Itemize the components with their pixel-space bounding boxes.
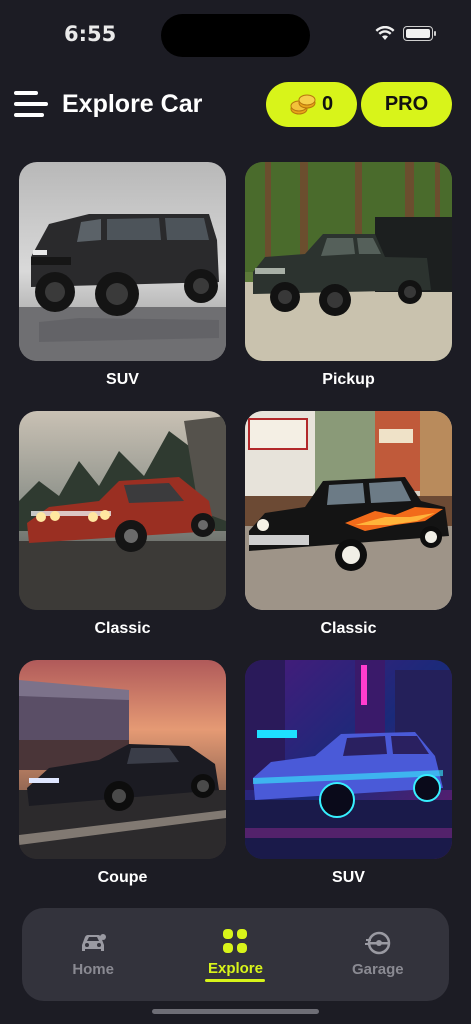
nav-item-explore[interactable]: Explore <box>175 928 295 982</box>
page-title: Explore Car <box>62 90 203 118</box>
status-icons <box>375 26 436 41</box>
car-image <box>245 660 452 859</box>
car-card-label: Classic <box>94 620 151 637</box>
header: Explore Car 0 PRO <box>0 80 471 132</box>
car-image <box>19 411 226 610</box>
menu-icon[interactable] <box>14 90 48 120</box>
nav-item-home[interactable]: Home <box>33 931 153 978</box>
nav-label-explore: Explore <box>207 959 263 977</box>
car-card-label: Classic <box>320 620 377 637</box>
car-card-coupe[interactable]: Coupe <box>19 660 226 887</box>
car-image <box>19 162 226 361</box>
car-image <box>245 162 452 361</box>
car-card-suv[interactable]: SUV <box>245 660 452 887</box>
status-bar: 6:55 <box>0 0 471 70</box>
car-card-label: Pickup <box>322 371 375 388</box>
battery-icon <box>403 26 436 41</box>
nav-label-home: Home <box>72 961 114 978</box>
car-card-label: SUV <box>106 371 139 388</box>
car-card-suv[interactable]: SUV <box>19 162 226 389</box>
car-card-label: SUV <box>332 869 365 886</box>
coins-button[interactable]: 0 <box>266 82 357 127</box>
car-image <box>245 411 452 610</box>
grid-icon <box>223 928 248 953</box>
bottom-nav: Home Explore Garage <box>22 908 449 1001</box>
car-card-pickup[interactable]: Pickup <box>245 162 452 389</box>
nav-label-garage: Garage <box>351 961 404 978</box>
wifi-icon <box>375 26 395 40</box>
pro-button[interactable]: PRO <box>361 82 452 127</box>
car-grid: SUV Pickup Classic Classic Coupe SUV <box>19 162 452 887</box>
car-image <box>19 660 226 859</box>
coins-icon <box>290 94 316 114</box>
dynamic-island <box>161 14 310 57</box>
car-card-classic[interactable]: Classic <box>245 411 452 638</box>
coins-count: 0 <box>321 93 334 115</box>
active-indicator <box>205 978 266 982</box>
car-card-classic[interactable]: Classic <box>19 411 226 638</box>
steering-icon <box>364 931 391 955</box>
home-indicator <box>152 1009 319 1014</box>
car-icon <box>82 934 107 951</box>
nav-item-garage[interactable]: Garage <box>318 931 438 978</box>
status-time: 6:55 <box>64 22 117 46</box>
car-card-label: Coupe <box>97 869 148 886</box>
